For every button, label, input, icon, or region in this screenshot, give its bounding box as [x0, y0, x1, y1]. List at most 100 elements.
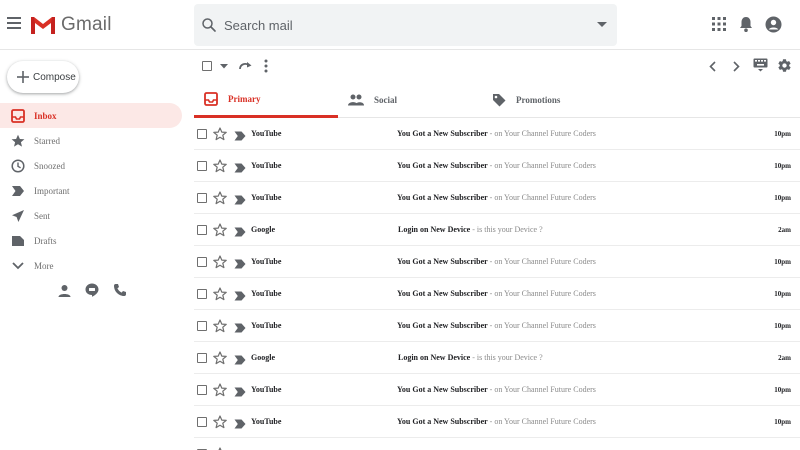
importance-marker-icon[interactable]: [234, 224, 246, 242]
keyboard-input-icon[interactable]: [753, 58, 768, 72]
mail-row[interactable]: YouTube You Got a New Subscriber - on You…: [194, 310, 800, 342]
star-toggle-icon[interactable]: [213, 159, 227, 178]
sidebar-item-label: Starred: [34, 135, 60, 146]
mail-select-checkbox[interactable]: [197, 289, 207, 299]
mail-select-checkbox[interactable]: [197, 129, 207, 139]
mail-row[interactable]: [194, 438, 800, 450]
mail-row[interactable]: YouTube You Got a New Subscriber - on You…: [194, 406, 800, 438]
tab-label: Social: [374, 95, 398, 105]
mail-content: You Got a New Subscriber - on Your Chann…: [397, 385, 596, 394]
mail-time: 10pm: [774, 290, 791, 298]
mail-subject: You Got a New Subscriber: [397, 321, 488, 330]
mail-content: You Got a New Subscriber - on Your Chann…: [397, 161, 596, 170]
account-avatar-icon[interactable]: [765, 16, 782, 33]
settings-gear-icon[interactable]: [777, 58, 792, 73]
apps-grid-icon[interactable]: [711, 16, 727, 32]
mail-row[interactable]: YouTube You Got a New Subscriber - on You…: [194, 374, 800, 406]
tab-promotions[interactable]: Promotions: [490, 82, 650, 118]
importance-marker-icon[interactable]: [234, 416, 246, 434]
mail-list: YouTube You Got a New Subscriber - on You…: [194, 118, 800, 450]
notifications-bell-icon[interactable]: [738, 16, 754, 33]
importance-marker-icon[interactable]: [234, 384, 246, 402]
importance-marker-icon[interactable]: [234, 192, 246, 210]
chevron-right-icon[interactable]: [733, 61, 740, 72]
mail-select-checkbox[interactable]: [197, 257, 207, 267]
mail-snippet: - on Your Channel Future Coders: [487, 321, 596, 330]
star-toggle-icon[interactable]: [213, 287, 227, 306]
mail-time: 2am: [778, 226, 791, 234]
search-bar[interactable]: [194, 4, 617, 46]
sidebar-item-sent[interactable]: Sent: [0, 203, 182, 228]
mail-row[interactable]: Google Login on New Device - is this your…: [194, 214, 800, 246]
star-toggle-icon[interactable]: [213, 319, 227, 338]
importance-marker-icon[interactable]: [234, 128, 246, 146]
mail-subject: Login on New Device: [398, 353, 471, 362]
importance-marker-icon[interactable]: [234, 320, 246, 338]
mail-sender: Google: [251, 225, 275, 234]
mail-content: You Got a New Subscriber - on Your Chann…: [397, 257, 596, 266]
mail-content: Login on New Device - is this your Devic…: [398, 353, 543, 362]
menu-icon[interactable]: [5, 14, 23, 34]
importance-marker-icon[interactable]: [234, 256, 246, 274]
sidebar-item-label: More: [34, 260, 54, 271]
search-icon[interactable]: [200, 16, 218, 34]
mail-snippet: - is this your Device ?: [470, 353, 543, 362]
sidebar-item-drafts[interactable]: Drafts: [0, 228, 182, 253]
mail-row[interactable]: YouTube You Got a New Subscriber - on You…: [194, 150, 800, 182]
star-toggle-icon[interactable]: [213, 127, 227, 146]
sidebar-item-inbox[interactable]: Inbox: [0, 103, 182, 128]
sidebar-item-more[interactable]: More: [0, 253, 182, 278]
star-toggle-icon[interactable]: [213, 415, 227, 434]
mail-snippet: - on Your Channel Future Coders: [487, 385, 596, 394]
mail-select-checkbox[interactable]: [197, 417, 207, 427]
hangouts-chat-icon[interactable]: [84, 282, 100, 298]
mail-row[interactable]: Google Login on New Device - is this your…: [194, 342, 800, 374]
star-toggle-icon[interactable]: [213, 383, 227, 402]
contacts-person-icon[interactable]: [56, 282, 72, 298]
chevron-left-icon[interactable]: [709, 61, 716, 72]
send-icon: [10, 208, 26, 224]
search-input[interactable]: [224, 14, 584, 36]
clock-icon: [10, 158, 26, 174]
mail-select-checkbox[interactable]: [197, 321, 207, 331]
select-all-checkbox[interactable]: [202, 61, 212, 71]
mail-time: 10pm: [774, 130, 791, 138]
compose-button[interactable]: Compose: [7, 61, 79, 93]
mail-sender: Google: [251, 353, 275, 362]
mail-row[interactable]: YouTube You Got a New Subscriber - on You…: [194, 118, 800, 150]
mail-time: 10pm: [774, 386, 791, 394]
gmail-logo[interactable]: Gmail: [30, 14, 112, 36]
tab-primary[interactable]: Primary: [194, 82, 338, 118]
more-vertical-icon[interactable]: [264, 59, 268, 73]
star-toggle-icon[interactable]: [213, 191, 227, 210]
importance-marker-icon[interactable]: [234, 160, 246, 178]
mail-time: 10pm: [774, 322, 791, 330]
mail-row[interactable]: YouTube You Got a New Subscriber - on You…: [194, 182, 800, 214]
star-toggle-icon[interactable]: [213, 351, 227, 370]
sidebar-item-starred[interactable]: Starred: [0, 128, 182, 153]
phone-call-icon[interactable]: [112, 282, 128, 298]
star-toggle-icon[interactable]: [213, 255, 227, 274]
mail-select-checkbox[interactable]: [197, 353, 207, 363]
select-options-caret-icon[interactable]: [220, 64, 228, 69]
search-options-icon[interactable]: [597, 22, 607, 28]
sidebar-item-important[interactable]: Important: [0, 178, 182, 203]
mail-snippet: - on Your Channel Future Coders: [487, 289, 596, 298]
mail-select-checkbox[interactable]: [197, 225, 207, 235]
star-toggle-icon[interactable]: [213, 223, 227, 242]
mail-row[interactable]: YouTube You Got a New Subscriber - on You…: [194, 246, 800, 278]
inbox-icon: [10, 108, 26, 124]
sidebar-item-label: Sent: [34, 210, 51, 221]
refresh-icon[interactable]: [238, 59, 253, 73]
mail-time: 10pm: [774, 258, 791, 266]
sidebar-item-snoozed[interactable]: Snoozed: [0, 153, 182, 178]
importance-marker-icon[interactable]: [234, 352, 246, 370]
mail-sender: YouTube: [251, 257, 282, 266]
mail-select-checkbox[interactable]: [197, 385, 207, 395]
mail-content: You Got a New Subscriber - on Your Chann…: [397, 417, 596, 426]
mail-row[interactable]: YouTube You Got a New Subscriber - on You…: [194, 278, 800, 310]
importance-marker-icon[interactable]: [234, 288, 246, 306]
mail-select-checkbox[interactable]: [197, 161, 207, 171]
tab-social[interactable]: Social: [346, 82, 486, 118]
mail-select-checkbox[interactable]: [197, 193, 207, 203]
